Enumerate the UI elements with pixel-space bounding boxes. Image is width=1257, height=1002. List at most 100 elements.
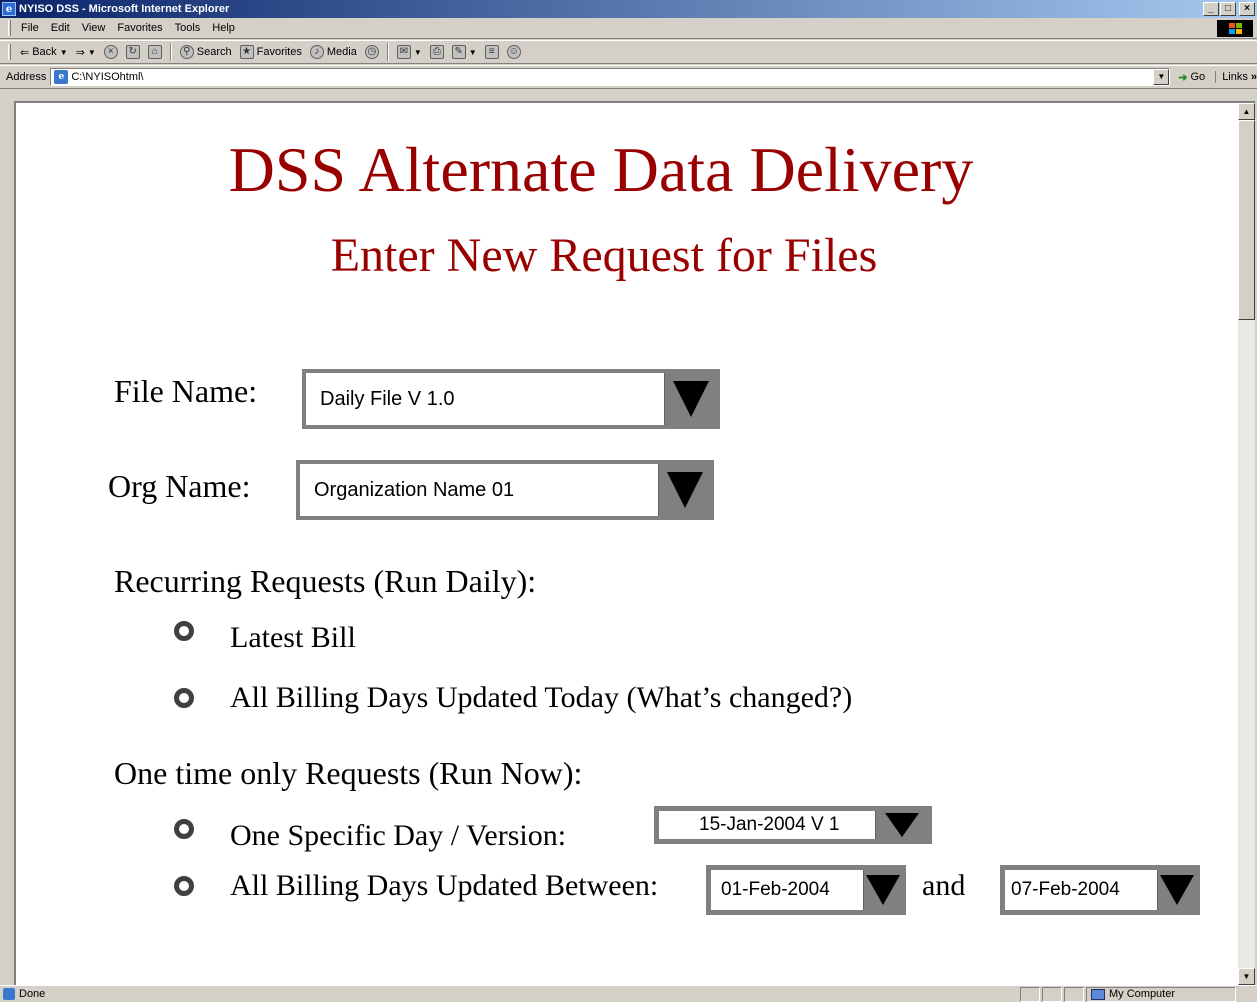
file-name-label: File Name: [114, 373, 258, 409]
org-name-select[interactable]: Organization Name 01 [296, 460, 714, 520]
toolbar-separator [169, 43, 172, 61]
search-button[interactable]: ⚲ Search [177, 42, 235, 62]
org-name-label: Org Name: [108, 468, 251, 504]
media-label: Media [326, 46, 357, 58]
file-name-dropdown-button[interactable] [664, 373, 716, 425]
stop-icon: × [103, 45, 118, 59]
go-button[interactable]: ➜ Go [1178, 71, 1205, 84]
back-button[interactable]: ⇐ Back ▼ [17, 42, 71, 62]
forward-dropdown-icon[interactable]: ▼ [88, 48, 96, 57]
history-button[interactable]: ◷ [362, 42, 382, 62]
vertical-scrollbar[interactable]: ▲ ▼ [1238, 103, 1255, 985]
back-dropdown-icon[interactable]: ▼ [60, 48, 68, 57]
address-input[interactable]: e C:\NYISOhtml\ ▼ [50, 68, 1171, 86]
between-start-dropdown-button[interactable] [863, 870, 901, 910]
between-end-value: 07-Feb-2004 [1011, 879, 1120, 900]
standard-toolbar: ⇐ Back ▼ ⇒ ▼ × ↻ ⌂ ⚲ Search ★ Favorites … [0, 40, 1257, 64]
minimize-button[interactable]: _ [1203, 2, 1219, 16]
chevron-right-icon[interactable]: » [1251, 71, 1257, 83]
page-title: DSS Alternate Data Delivery [228, 134, 974, 205]
option-updated-today[interactable]: All Billing Days Updated Today (What’s c… [174, 681, 852, 715]
menu-bar: File Edit View Favorites Tools Help [0, 18, 1257, 39]
radio-updated-between[interactable] [174, 876, 194, 896]
status-cell [1042, 986, 1062, 1002]
edit-button[interactable]: ✎ ▼ [449, 42, 480, 62]
option-updated-today-label: All Billing Days Updated Today (What’s c… [230, 681, 853, 714]
menu-edit[interactable]: Edit [45, 22, 76, 34]
status-cell [1020, 986, 1040, 1002]
messenger-button[interactable]: ☺ [504, 42, 524, 62]
status-cell [1064, 986, 1084, 1002]
windows-logo-icon [1217, 20, 1253, 37]
scroll-thumb[interactable] [1238, 120, 1255, 320]
menu-view[interactable]: View [76, 22, 112, 34]
between-end-dropdown-button[interactable] [1157, 870, 1195, 910]
go-arrow-icon: ➜ [1178, 71, 1188, 84]
forward-button[interactable]: ⇒ ▼ [73, 42, 99, 62]
scroll-up-icon[interactable]: ▲ [1238, 103, 1255, 120]
specific-day-dropdown-button[interactable] [875, 811, 927, 839]
chevron-down-icon [884, 813, 919, 837]
home-button[interactable]: ⌂ [145, 42, 165, 62]
radio-updated-today[interactable] [174, 688, 194, 708]
print-button[interactable]: ⎙ [427, 42, 447, 62]
mail-dropdown-icon[interactable]: ▼ [414, 48, 422, 57]
links-button[interactable]: Links [1215, 71, 1248, 83]
between-start-select[interactable]: 01-Feb-2004 [706, 865, 906, 915]
radio-latest-bill[interactable] [174, 621, 194, 641]
refresh-button[interactable]: ↻ [123, 42, 143, 62]
toolbar-grip [8, 20, 11, 36]
discuss-button[interactable]: ≡ [482, 42, 502, 62]
specific-day-value: 15-Jan-2004 V 1 [699, 814, 840, 835]
address-dropdown-icon[interactable]: ▼ [1153, 69, 1170, 85]
file-name-value: Daily File V 1.0 [320, 387, 455, 410]
favorites-icon: ★ [239, 45, 254, 59]
back-arrow-icon: ⇐ [20, 46, 30, 59]
window-controls: _ □ × [1203, 2, 1255, 16]
favorites-button[interactable]: ★ Favorites [237, 42, 305, 62]
menu-help[interactable]: Help [206, 22, 241, 34]
history-icon: ◷ [364, 45, 379, 59]
forward-arrow-icon: ⇒ [75, 46, 85, 59]
zone-label: My Computer [1109, 988, 1176, 1000]
browser-content: DSS Alternate Data Delivery Enter New Re… [14, 101, 1255, 985]
scroll-down-icon[interactable]: ▼ [1238, 968, 1255, 985]
discuss-icon: ≡ [484, 45, 499, 59]
page: DSS Alternate Data Delivery Enter New Re… [16, 103, 1238, 985]
address-label: Address [6, 71, 47, 83]
status-text-area: Done [0, 988, 1020, 1000]
menu-file[interactable]: File [15, 22, 45, 34]
media-button[interactable]: ♪ Media [307, 42, 360, 62]
chevron-down-icon [666, 472, 703, 508]
back-label: Back [32, 46, 57, 58]
option-updated-between[interactable]: All Billing Days Updated Between: [174, 869, 658, 903]
option-latest-bill-label: Latest Bill [230, 621, 356, 654]
option-specific-day[interactable]: One Specific Day / Version: [174, 819, 566, 853]
page-subtitle: Enter New Request for Files [330, 229, 878, 282]
address-bar: Address e C:\NYISOhtml\ ▼ ➜ Go Links » [0, 65, 1257, 89]
favorites-label: Favorites [256, 46, 302, 58]
window-titlebar: e NYISO DSS - Microsoft Internet Explore… [0, 0, 1257, 18]
search-icon: ⚲ [179, 45, 194, 59]
status-text: Done [19, 988, 46, 1000]
recurring-heading: Recurring Requests (Run Daily): [114, 563, 537, 599]
maximize-button[interactable]: □ [1220, 2, 1236, 16]
between-end-select[interactable]: 07-Feb-2004 [1000, 865, 1200, 915]
close-button[interactable]: × [1239, 2, 1255, 16]
org-name-value: Organization Name 01 [314, 478, 515, 501]
stop-button[interactable]: × [101, 42, 121, 62]
mail-button[interactable]: ✉ ▼ [394, 42, 425, 62]
home-icon: ⌂ [147, 45, 162, 59]
edit-dropdown-icon[interactable]: ▼ [469, 48, 477, 57]
onetime-heading: One time only Requests (Run Now): [114, 755, 583, 791]
menu-favorites[interactable]: Favorites [111, 22, 168, 34]
option-latest-bill[interactable]: Latest Bill [174, 621, 356, 655]
search-label: Search [196, 46, 232, 58]
option-specific-day-label: One Specific Day / Version: [230, 819, 567, 852]
menu-tools[interactable]: Tools [169, 22, 207, 34]
window-title: NYISO DSS - Microsoft Internet Explorer [19, 3, 230, 15]
radio-specific-day[interactable] [174, 819, 194, 839]
specific-day-select[interactable]: 15-Jan-2004 V 1 [654, 806, 932, 844]
file-name-select[interactable]: Daily File V 1.0 [302, 369, 720, 429]
org-name-dropdown-button[interactable] [658, 464, 710, 516]
